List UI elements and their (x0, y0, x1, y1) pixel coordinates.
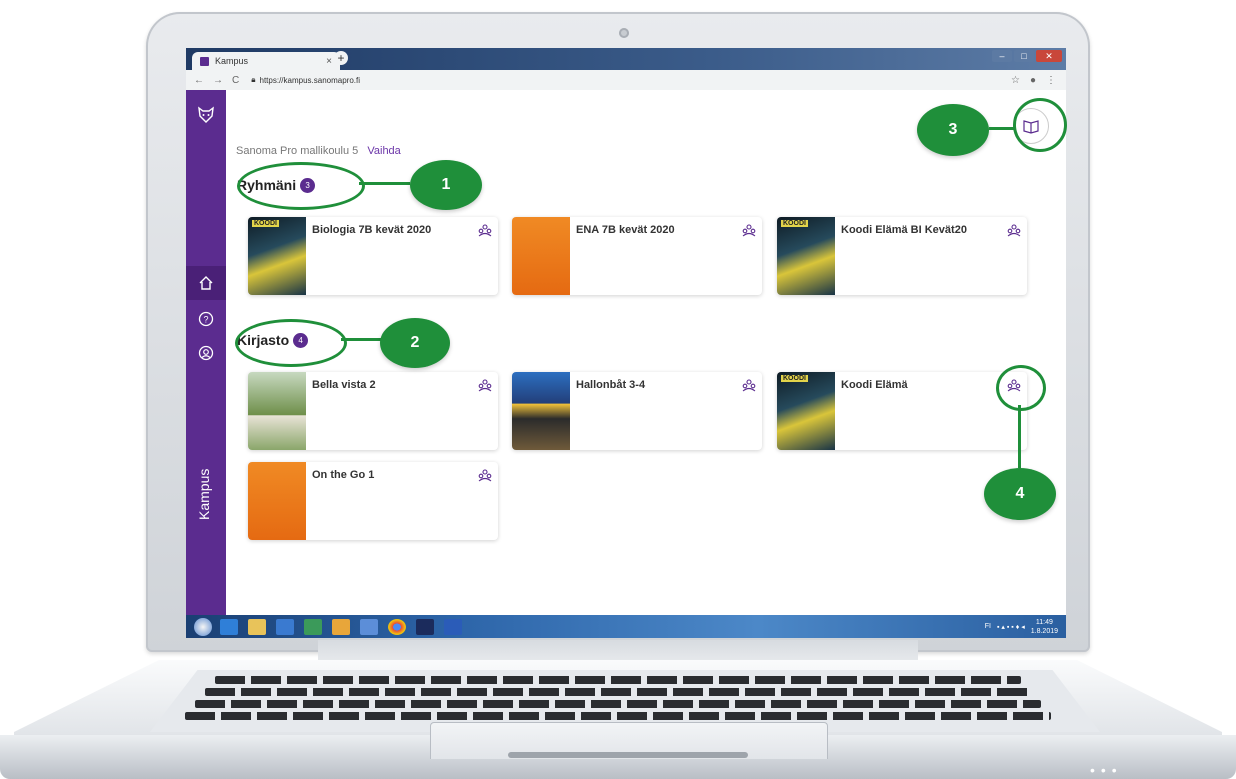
clock-time: 11:49 (1035, 618, 1053, 626)
book-title: On the Go 1 (312, 469, 375, 481)
annotation-marker: 4 (984, 468, 1056, 520)
start-button-icon[interactable] (194, 617, 212, 636)
book-cover (248, 217, 306, 295)
browser-tab[interactable]: Kampus × (192, 52, 340, 70)
group-icon[interactable] (478, 468, 492, 487)
annotation-line (359, 182, 410, 185)
group-icon[interactable] (742, 378, 756, 397)
minimize-icon[interactable]: – (992, 50, 1012, 62)
status-lights: ••• (1090, 762, 1123, 778)
keyboard-row (215, 676, 1021, 684)
group-icon[interactable] (1007, 223, 1021, 242)
library-book-card[interactable]: On the Go 1 (248, 462, 498, 540)
annotation-ring (1013, 98, 1067, 152)
address-bar: ← → C 🔒︎ https://kampus.sanomapro.fi ☆ ●… (186, 70, 1066, 91)
library-book-card[interactable]: Koodi Elämä (777, 372, 1027, 450)
url-text[interactable]: https://kampus.sanomapro.fi (260, 76, 361, 85)
annotation-marker: 2 (380, 318, 450, 368)
menu-dots-icon[interactable]: ⋮ (1046, 75, 1056, 86)
windows-taskbar: FI ▪ ▴ ▪ ▪ ♦ ◂ 11:49 1.8.2019 (186, 615, 1066, 638)
file-explorer-icon[interactable] (248, 618, 266, 635)
help-icon[interactable]: ? (186, 302, 226, 336)
group-card-title: ENA 7B kevät 2020 (576, 224, 675, 236)
annotation-line (1018, 405, 1021, 468)
annotation-line (341, 338, 381, 341)
group-card-title: Biologia 7B kevät 2020 (312, 224, 432, 236)
annotation-ring (235, 319, 347, 367)
app-icon[interactable] (360, 618, 378, 635)
group-card-title: Koodi Elämä BI Kevät20 (841, 224, 967, 236)
outlook-icon[interactable] (332, 618, 350, 635)
annotation-ring (237, 162, 365, 210)
photoshop-icon[interactable] (416, 618, 434, 635)
home-icon[interactable] (186, 266, 226, 300)
clock-date: 1.8.2019 (1030, 627, 1058, 635)
tab-title: Kampus (215, 56, 249, 66)
back-icon[interactable]: ← (194, 75, 204, 86)
maximize-icon[interactable]: □ (1014, 50, 1034, 62)
main-content: Sanoma Pro mallikoulu 5 Vaihda Ryhmäni 3… (226, 90, 1066, 615)
reload-icon[interactable]: C (232, 75, 239, 86)
kampus-favicon-icon (200, 56, 209, 66)
media-player-icon[interactable] (276, 618, 294, 635)
keyboard-row (195, 700, 1041, 708)
bookmark-star-icon[interactable]: ☆ (1011, 75, 1020, 86)
word-icon[interactable] (444, 618, 462, 635)
annotation-marker: 1 (410, 160, 482, 210)
book-cover (777, 217, 835, 295)
close-window-icon[interactable]: ✕ (1036, 50, 1062, 62)
group-icon[interactable] (478, 223, 492, 242)
keyboard-row (205, 688, 1031, 696)
book-cover (512, 372, 570, 450)
system-tray: FI ▪ ▴ ▪ ▪ ♦ ◂ 11:49 1.8.2019 (985, 618, 1058, 636)
svg-text:?: ? (203, 315, 208, 325)
book-cover (248, 372, 306, 450)
excel-icon[interactable] (304, 618, 322, 635)
book-title: Koodi Elämä (841, 379, 908, 391)
forward-icon[interactable]: → (213, 75, 223, 86)
book-cover (512, 217, 570, 295)
book-title: Bella vista 2 (312, 379, 376, 391)
book-title: Hallonbåt 3-4 (576, 379, 646, 391)
group-card[interactable]: Koodi Elämä BI Kevät20 (777, 217, 1027, 295)
browser-tabbar: Kampus × + – □ ✕ (186, 48, 1066, 70)
lid-notch (508, 752, 748, 758)
user-profile-icon[interactable] (186, 336, 226, 370)
internet-explorer-icon[interactable] (220, 618, 238, 635)
library-book-card[interactable]: Bella vista 2 (248, 372, 498, 450)
lock-icon: 🔒︎ (251, 75, 256, 84)
window-controls: – □ ✕ (992, 50, 1062, 62)
school-selector: Sanoma Pro mallikoulu 5 Vaihda (236, 145, 401, 157)
group-icon[interactable] (742, 223, 756, 242)
book-cover (777, 372, 835, 450)
school-name: Sanoma Pro mallikoulu 5 (236, 145, 359, 157)
book-cover (248, 462, 306, 540)
profile-icon[interactable]: ● (1030, 75, 1036, 86)
clock[interactable]: 11:49 1.8.2019 (1031, 618, 1058, 636)
change-school-link[interactable]: Vaihda (367, 145, 400, 157)
webcam (619, 28, 629, 38)
language-indicator[interactable]: FI (985, 623, 991, 630)
annotation-ring (996, 365, 1046, 411)
group-card[interactable]: ENA 7B kevät 2020 (512, 217, 762, 295)
sidebar: ? Kampus (186, 90, 226, 615)
chrome-icon[interactable] (388, 618, 406, 635)
library-book-card[interactable]: Hallonbåt 3-4 (512, 372, 762, 450)
group-icon[interactable] (478, 378, 492, 397)
annotation-marker: 3 (917, 104, 989, 156)
tray-icons[interactable]: ▪ ▴ ▪ ▪ ♦ ◂ (997, 623, 1025, 631)
keyboard-row (185, 712, 1051, 720)
kampus-brand-logo: Kampus (196, 468, 212, 520)
fox-logo-icon[interactable] (186, 98, 226, 132)
tab-close-icon[interactable]: × (326, 56, 332, 67)
annotation-line (989, 127, 1015, 130)
new-tab-button[interactable]: + (334, 51, 348, 65)
group-card[interactable]: Biologia 7B kevät 2020 (248, 217, 498, 295)
